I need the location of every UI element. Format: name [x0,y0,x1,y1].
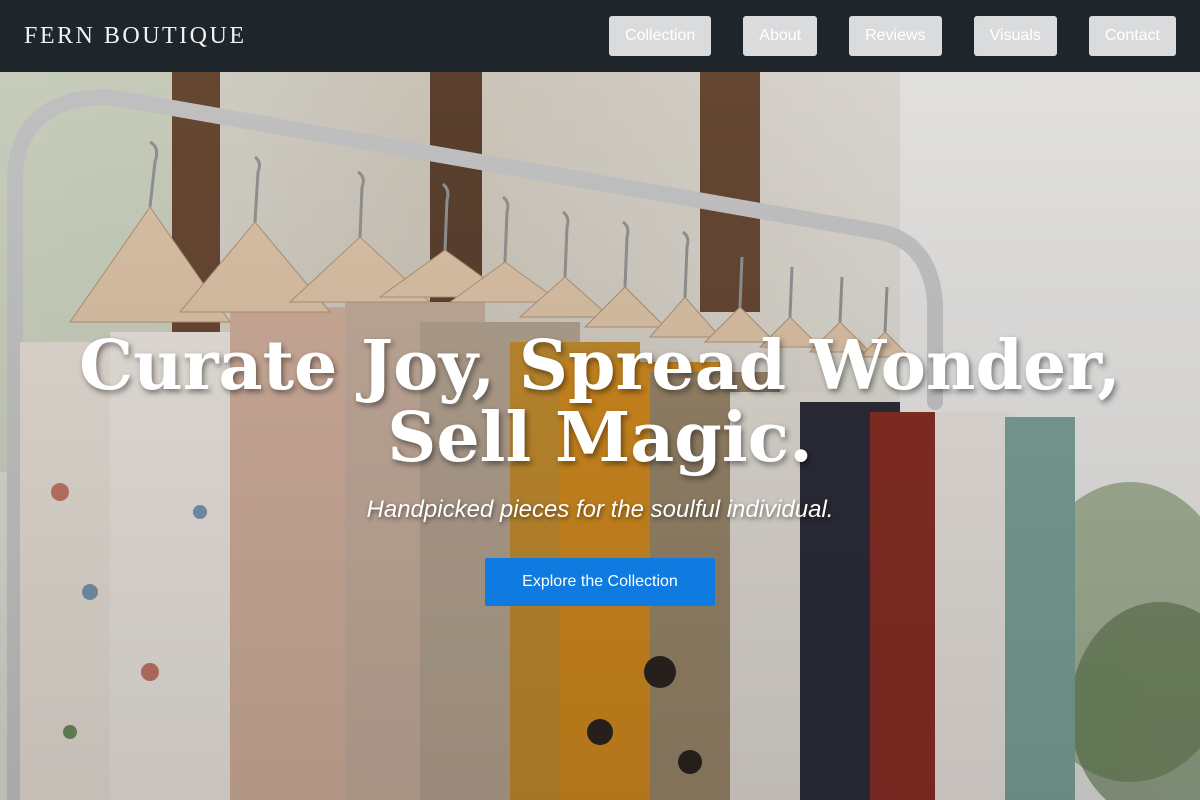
main-nav: Collection About Reviews Visuals Contact [609,16,1176,56]
hero-subtitle: Handpicked pieces for the soulful indivi… [366,496,834,523]
nav-contact-button[interactable]: Contact [1088,16,1176,56]
hero-title: Curate Joy, Spread Wonder, Sell Magic. [79,326,1121,478]
hero-content: Curate Joy, Spread Wonder, Sell Magic. H… [0,330,1200,606]
brand-logo[interactable]: FERN BOUTIQUE [24,23,247,50]
page: FERN BOUTIQUE Collection About Reviews V… [0,0,1200,800]
nav-collection-button[interactable]: Collection [609,16,712,56]
hero-section: Curate Joy, Spread Wonder, Sell Magic. H… [0,72,1200,800]
nav-visuals-button[interactable]: Visuals [973,16,1057,56]
nav-about-button[interactable]: About [743,16,818,56]
explore-collection-button[interactable]: Explore the Collection [485,558,715,606]
top-navbar: FERN BOUTIQUE Collection About Reviews V… [0,0,1200,72]
nav-reviews-button[interactable]: Reviews [849,16,942,56]
